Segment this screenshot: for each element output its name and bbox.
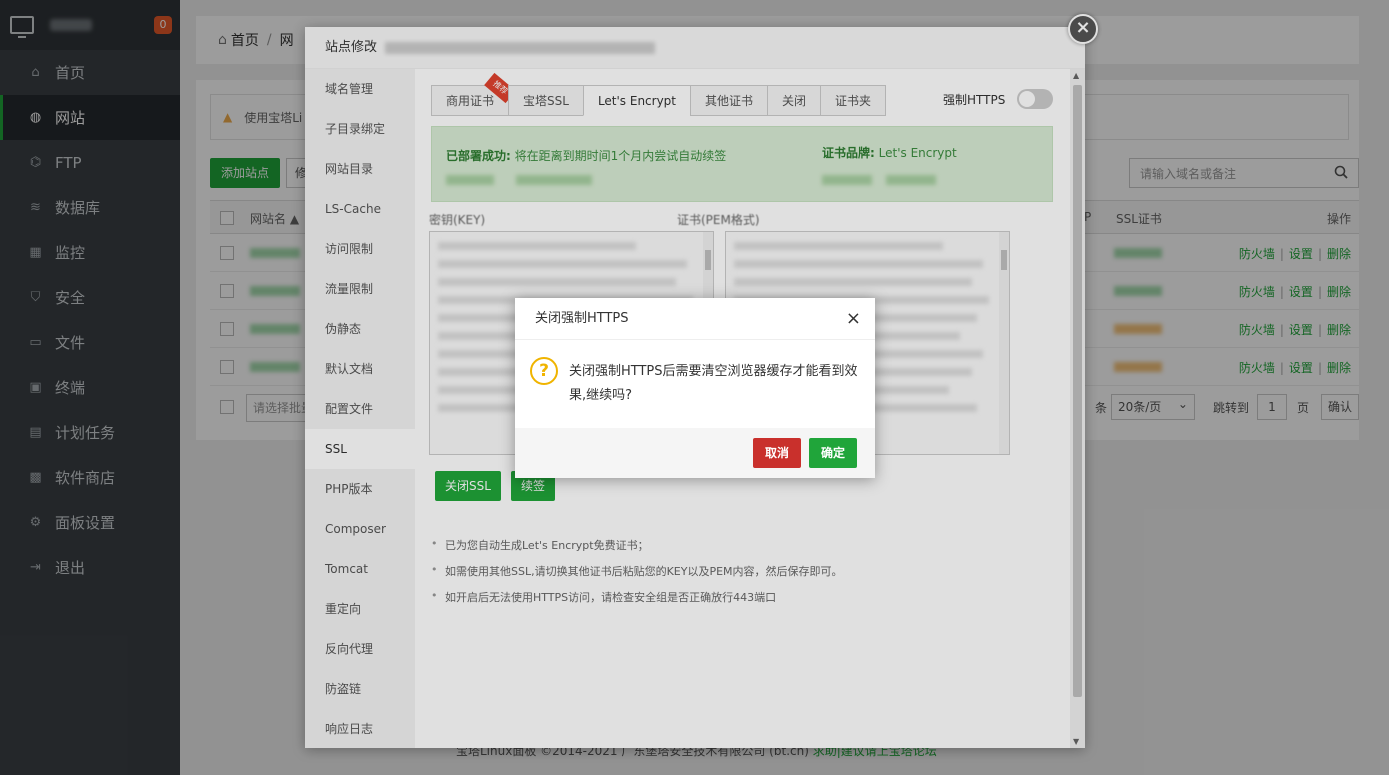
dialog-message: 关闭强制HTTPS后需要清空浏览器缓存才能看到效果,继续吗?: [569, 364, 858, 403]
dialog-title: 关闭强制HTTPS ×: [515, 298, 875, 340]
dialog-title-text: 关闭强制HTTPS: [535, 311, 629, 326]
question-icon: ?: [530, 357, 558, 385]
confirm-button[interactable]: 确定: [809, 438, 857, 468]
confirm-dialog: 关闭强制HTTPS × ? 关闭强制HTTPS后需要清空浏览器缓存才能看到效果,…: [515, 298, 875, 478]
dialog-footer: 取消 确定: [515, 428, 875, 478]
dialog-body: ? 关闭强制HTTPS后需要清空浏览器缓存才能看到效果,继续吗?: [515, 340, 875, 428]
dialog-close-icon[interactable]: ×: [846, 298, 861, 340]
cancel-button[interactable]: 取消: [753, 438, 801, 468]
